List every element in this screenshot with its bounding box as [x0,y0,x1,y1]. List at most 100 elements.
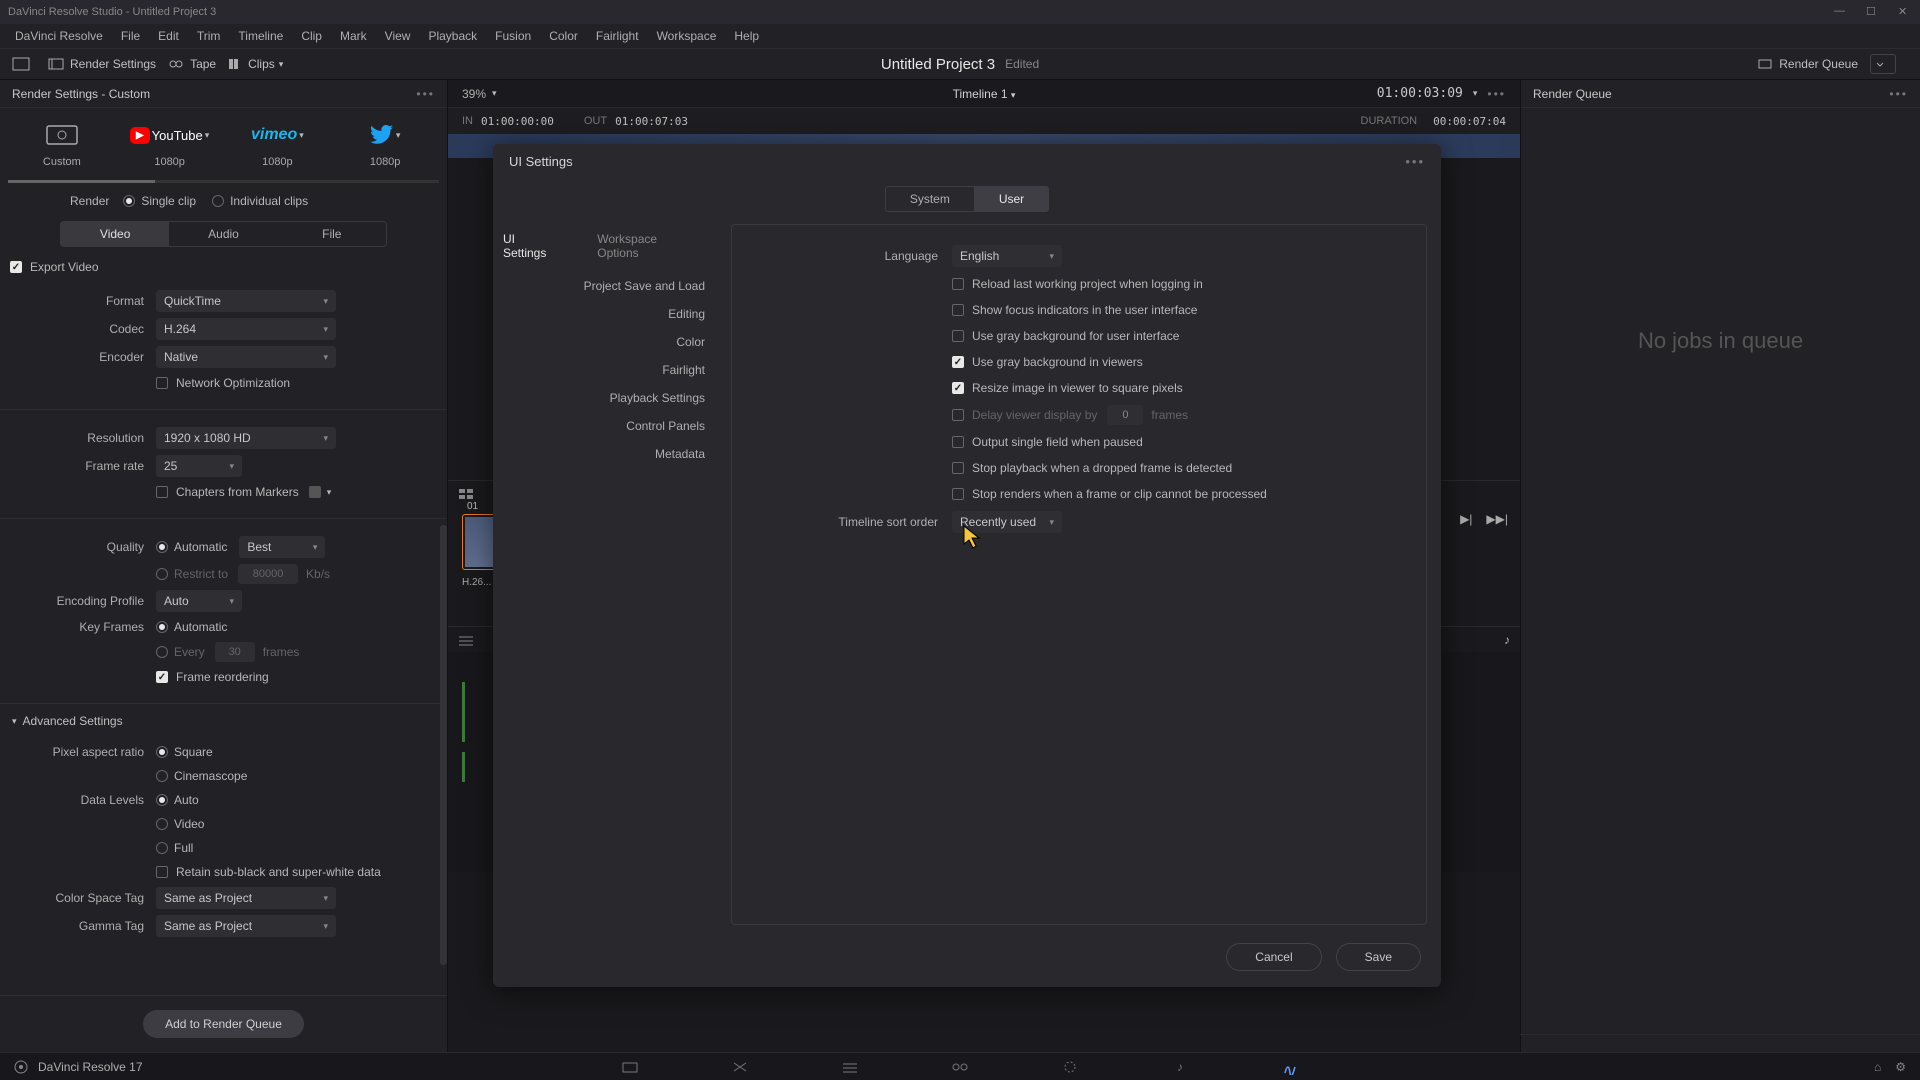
opt-graybg-ui-check[interactable] [952,330,964,342]
chevron-down-icon[interactable]: ▾ [327,487,332,498]
menu-mark[interactable]: Mark [331,29,376,43]
encoder-select[interactable]: Native▾ [156,346,336,368]
sort-select[interactable]: Recently used▾ [952,511,1062,533]
marker-color[interactable] [309,486,321,498]
opt-reload-check[interactable] [952,278,964,290]
menu-workspace[interactable]: Workspace [648,29,726,43]
tab-user[interactable]: User [974,186,1049,212]
page-cut-icon[interactable] [730,1057,750,1077]
opt-focus-check[interactable] [952,304,964,316]
menu-color[interactable]: Color [540,29,587,43]
menu-help[interactable]: Help [725,29,768,43]
expand-button[interactable] [1870,54,1896,74]
chapters-check[interactable] [156,486,168,498]
cat-color[interactable]: Color [493,328,731,356]
tab-video[interactable]: Video [61,222,169,246]
home-icon[interactable]: ⌂ [1874,1060,1881,1074]
zoom-level[interactable]: 39% [462,87,486,101]
page-fairlight-icon[interactable]: ♪ [1170,1057,1190,1077]
menu-playback[interactable]: Playback [419,29,486,43]
dl-auto-radio[interactable] [156,794,168,806]
save-button[interactable]: Save [1336,943,1421,971]
dl-video-radio[interactable] [156,818,168,830]
delay-input[interactable] [1107,405,1143,425]
menu-fairlight[interactable]: Fairlight [587,29,648,43]
fullscreen-button[interactable] [12,57,36,71]
cat-metadata[interactable]: Metadata [493,440,731,468]
dl-retain-check[interactable] [156,866,168,878]
single-clip-radio[interactable] [123,195,135,207]
render-queue-button[interactable]: Render Queue [1757,57,1858,71]
queue-menu-icon[interactable]: ••• [1889,87,1908,101]
opt-singlefield-check[interactable] [952,436,964,448]
par-square-radio[interactable] [156,746,168,758]
page-media-icon[interactable] [620,1057,640,1077]
subtab-workspace[interactable]: Workspace Options [587,228,711,264]
tab-file[interactable]: File [278,222,386,246]
framerate-select[interactable]: 25▾ [156,455,242,477]
dialog-menu-icon[interactable]: ••• [1405,154,1425,169]
opt-stopplayback-check[interactable] [952,462,964,474]
opt-delay-check[interactable] [952,409,964,421]
cat-editing[interactable]: Editing [493,300,731,328]
kf-every-input[interactable] [215,642,255,662]
cat-control-panels[interactable]: Control Panels [493,412,731,440]
tab-system[interactable]: System [885,186,974,212]
music-icon[interactable]: ♪ [1504,633,1510,647]
netopt-check[interactable] [156,377,168,389]
export-video-check[interactable] [10,261,22,273]
advanced-toggle[interactable]: ▾Advanced Settings [0,710,447,732]
tc-chevron-icon[interactable]: ▾ [1473,88,1478,99]
menu-trim[interactable]: Trim [188,29,230,43]
page-deliver-icon[interactable] [1280,1057,1300,1077]
quality-best-select[interactable]: Best▾ [239,536,325,558]
menu-timeline[interactable]: Timeline [229,29,292,43]
timeline-view-icon[interactable] [458,634,474,646]
render-settings-button[interactable]: Render Settings [48,57,156,71]
kf-reorder-check[interactable] [156,671,168,683]
cstag-select[interactable]: Same as Project▾ [156,887,336,909]
preset-vimeo[interactable]: vimeo▾ 1080p [224,122,332,168]
cancel-button[interactable]: Cancel [1226,943,1321,971]
menu-edit[interactable]: Edit [149,29,188,43]
page-color-icon[interactable] [1060,1057,1080,1077]
menu-fusion[interactable]: Fusion [486,29,540,43]
preset-twitter[interactable]: ▾ 1080p [331,122,439,168]
opt-stoprender-check[interactable] [952,488,964,500]
menu-file[interactable]: File [112,29,149,43]
dl-full-radio[interactable] [156,842,168,854]
codec-select[interactable]: H.264▾ [156,318,336,340]
kf-auto-radio[interactable] [156,621,168,633]
cat-fairlight[interactable]: Fairlight [493,356,731,384]
opt-resize-check[interactable] [952,382,964,394]
tape-button[interactable]: Tape [168,57,216,71]
opt-graybg-viewer-check[interactable] [952,356,964,368]
format-select[interactable]: QuickTime▾ [156,290,336,312]
timeline-name[interactable]: Timeline 1 [953,87,1008,101]
menu-davinciresolve[interactable]: DaVinci Resolve [6,29,112,43]
cat-playback[interactable]: Playback Settings [493,384,731,412]
menu-view[interactable]: View [376,29,420,43]
preset-scrollbar[interactable] [8,180,439,183]
quality-restrict-radio[interactable] [156,568,168,580]
maximize-icon[interactable]: ☐ [1866,5,1880,19]
cat-project-save[interactable]: Project Save and Load [493,272,731,300]
language-select[interactable]: English▾ [952,245,1062,267]
page-edit-icon[interactable] [840,1057,860,1077]
panel-menu-icon[interactable]: ••• [416,87,435,101]
preset-custom[interactable]: Custom [8,122,116,168]
individual-clips-radio[interactable] [212,195,224,207]
minimize-icon[interactable]: — [1834,5,1848,19]
page-fusion-icon[interactable] [950,1057,970,1077]
quality-auto-radio[interactable] [156,541,168,553]
thumbnail-view-icon[interactable] [458,488,474,500]
settings-gear-icon[interactable]: ⚙ [1895,1060,1906,1074]
subtab-ui-settings[interactable]: UI Settings [493,228,571,264]
clips-dropdown[interactable]: Clips▾ [228,57,283,71]
restrict-input[interactable] [238,564,298,584]
viewer-menu-icon[interactable]: ••• [1487,87,1506,101]
close-icon[interactable]: ✕ [1898,5,1912,19]
par-cin-radio[interactable] [156,770,168,782]
resolution-select[interactable]: 1920 x 1080 HD▾ [156,427,336,449]
tab-audio[interactable]: Audio [169,222,277,246]
